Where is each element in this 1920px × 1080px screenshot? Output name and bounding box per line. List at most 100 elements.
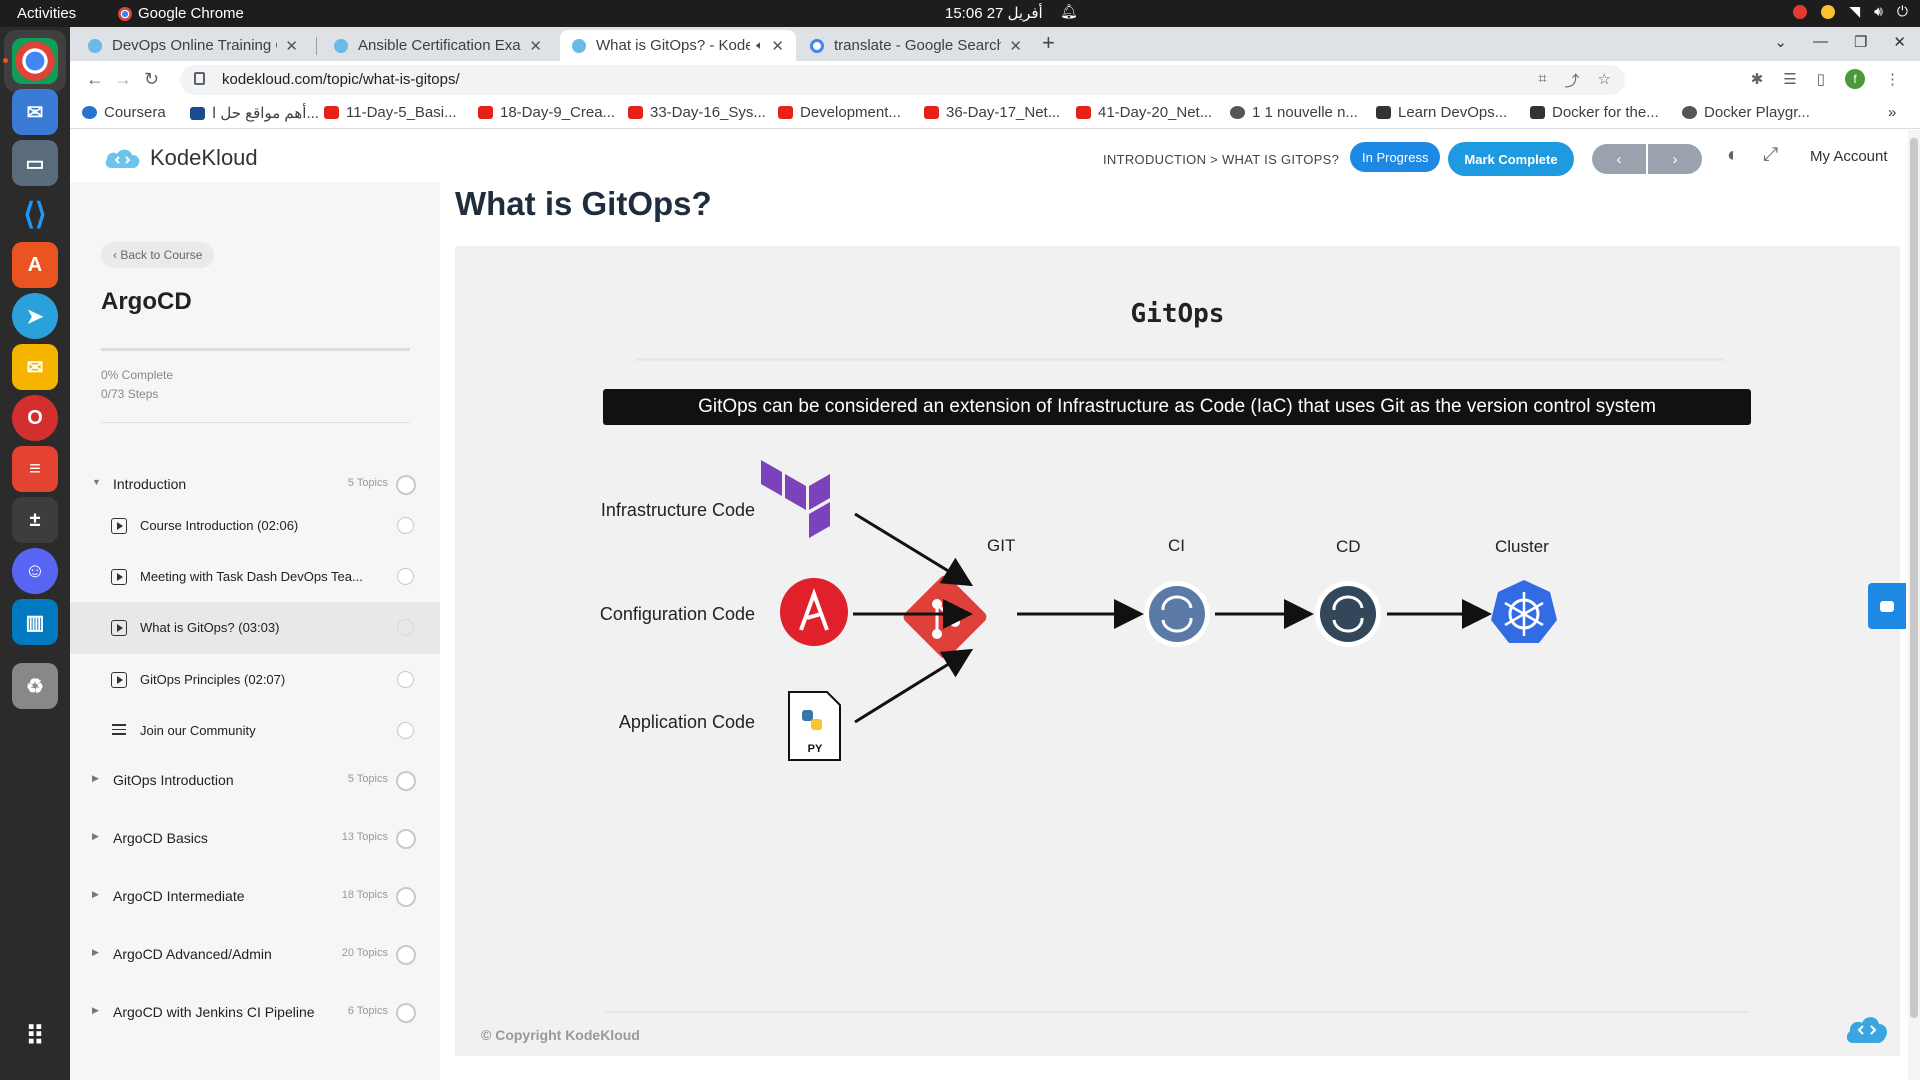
- address-bar[interactable]: kodekloud.com/topic/what-is-gitops/ ⌗ ⤴ …: [180, 65, 1625, 95]
- lesson-title: GitOps Principles (02:07): [140, 672, 286, 687]
- lesson-item[interactable]: Join our Community: [70, 705, 440, 757]
- tab-translate-search[interactable]: translate - Google Search ✕: [798, 30, 1034, 61]
- bookmark-item[interactable]: Coursera: [82, 104, 166, 121]
- back-arrow-icon[interactable]: ←: [86, 69, 104, 90]
- bookmark-item[interactable]: 1 1 nouvelle n...: [1230, 104, 1358, 121]
- trello-icon[interactable]: ▥: [12, 599, 58, 645]
- new-tab-button[interactable]: +: [1042, 30, 1055, 56]
- opera-icon[interactable]: O: [12, 395, 58, 441]
- section-topic-count: 6 Topics: [347, 1005, 388, 1017]
- maximize-icon[interactable]: ❐: [1854, 33, 1867, 51]
- bookmark-item[interactable]: أهم مواقع حل ا...: [190, 104, 319, 122]
- profile-avatar[interactable]: f: [1845, 69, 1865, 89]
- activities-button[interactable]: Activities: [17, 5, 76, 22]
- bookmarks-bar: Coursera أهم مواقع حل ا... 11-Day-5_Basi…: [70, 99, 1920, 129]
- tab-what-is-gitops[interactable]: What is GitOps? - Kode 🔈︎ ✕: [560, 30, 796, 61]
- page-scrollbar[interactable]: [1908, 130, 1920, 1080]
- section-argocd-advanced[interactable]: ▶ ArgoCD Advanced/Admin 20 Topics: [70, 935, 440, 975]
- url-text[interactable]: kodekloud.com/topic/what-is-gitops/: [222, 71, 460, 88]
- close-icon[interactable]: ✕: [285, 37, 298, 55]
- files-icon[interactable]: ▭: [12, 140, 58, 186]
- bookmark-star-icon[interactable]: ☆: [1598, 70, 1611, 91]
- bookmarks-overflow-icon[interactable]: »: [1888, 104, 1896, 121]
- in-progress-button[interactable]: In Progress: [1350, 142, 1441, 172]
- tab-ansible-certification[interactable]: Ansible Certification Exan ✕: [322, 30, 554, 61]
- reload-icon[interactable]: ↻: [144, 69, 159, 90]
- section-title: Introduction: [113, 476, 187, 492]
- side-panel-icon[interactable]: ▯: [1817, 70, 1825, 88]
- show-apps-icon[interactable]: ⠿: [12, 1013, 58, 1059]
- fullscreen-icon[interactable]: ⤢: [1763, 144, 1778, 166]
- back-to-course-button[interactable]: ‹ Back to Course: [101, 242, 215, 268]
- bell-icon: 🔔︎: [1060, 3, 1078, 19]
- system-tray[interactable]: ◥ 🔊︎ ⏻: [1793, 3, 1908, 20]
- app-menu[interactable]: Google Chrome: [118, 5, 244, 22]
- lesson-status-circle: [397, 722, 414, 739]
- close-icon[interactable]: ✕: [771, 37, 784, 55]
- tab-label: DevOps Online Training C: [112, 37, 278, 54]
- tab-search-icon[interactable]: ⌄: [1774, 33, 1787, 51]
- audio-playing-icon[interactable]: 🔈︎: [756, 38, 763, 53]
- menu-kebab-icon[interactable]: ⋮: [1885, 70, 1900, 88]
- section-argocd-jenkins[interactable]: ▶ ArgoCD with Jenkins CI Pipeline 6 Topi…: [70, 993, 440, 1033]
- bookmark-label: 18-Day-9_Crea...: [500, 104, 616, 121]
- todoist-icon[interactable]: ≡: [12, 446, 58, 492]
- discord-icon[interactable]: ☺: [12, 548, 58, 594]
- lesson-title: Join our Community: [140, 723, 256, 738]
- close-window-icon[interactable]: ✕: [1893, 33, 1906, 51]
- bookmark-item[interactable]: Development...: [778, 104, 901, 121]
- section-introduction[interactable]: ▼ Introduction 5 Topics: [70, 465, 440, 505]
- chat-bubble-icon: [1880, 600, 1894, 612]
- dark-mode-toggle-icon[interactable]: ◐: [1727, 144, 1739, 167]
- video-slide[interactable]: GitOps GitOps can be considered an exten…: [455, 246, 1900, 1056]
- trash-icon[interactable]: ♻: [12, 663, 58, 709]
- thunderbird-icon[interactable]: ✉: [12, 89, 58, 135]
- mark-complete-button[interactable]: Mark Complete: [1448, 142, 1574, 176]
- section-argocd-basics[interactable]: ▶ ArgoCD Basics 13 Topics: [70, 819, 440, 859]
- my-account-link[interactable]: My Account: [1810, 148, 1888, 165]
- scrollbar-thumb[interactable]: [1910, 138, 1918, 1018]
- bookmark-item[interactable]: Docker for the...: [1530, 104, 1659, 121]
- translate-icon[interactable]: ⌗: [1538, 70, 1546, 91]
- running-indicator: [3, 58, 8, 63]
- bookmark-item[interactable]: Learn DevOps...: [1376, 104, 1507, 121]
- kodekloud-logo[interactable]: KodeKloud: [104, 145, 258, 171]
- mail-icon[interactable]: ✉: [12, 344, 58, 390]
- feedback-chat-button[interactable]: [1868, 583, 1906, 629]
- close-icon[interactable]: ✕: [529, 37, 542, 55]
- section-argocd-intermediate[interactable]: ▶ ArgoCD Intermediate 18 Topics: [70, 877, 440, 917]
- section-topic-count: 18 Topics: [341, 889, 388, 901]
- bookmark-item[interactable]: 11-Day-5_Basi...: [324, 104, 457, 121]
- calculator-icon[interactable]: ±: [12, 497, 58, 543]
- lesson-item-active[interactable]: What is GitOps? (03:03): [70, 602, 440, 654]
- section-gitops-introduction[interactable]: ▶ GitOps Introduction 5 Topics: [70, 761, 440, 801]
- clock[interactable]: 15:06 27 أفريل: [945, 4, 1043, 22]
- caret-right-icon: ▶: [92, 947, 99, 957]
- forward-arrow-icon[interactable]: →: [114, 69, 132, 90]
- telegram-icon[interactable]: ➤: [12, 293, 58, 339]
- chrome-dock-icon[interactable]: [12, 38, 58, 84]
- close-icon[interactable]: ✕: [1009, 37, 1022, 55]
- previous-lesson-button[interactable]: ‹: [1592, 144, 1646, 174]
- cloud-logo-icon: [105, 149, 140, 168]
- globe-icon: [1230, 106, 1245, 119]
- vscode-icon[interactable]: ⟨⟩: [12, 191, 58, 237]
- tab-devops-training[interactable]: DevOps Online Training C ✕: [76, 30, 310, 61]
- lesson-item[interactable]: GitOps Principles (02:07): [70, 654, 440, 706]
- breadcrumb[interactable]: INTRODUCTION > WHAT IS GITOPS?: [1103, 152, 1339, 167]
- share-icon[interactable]: ⤴: [1565, 70, 1580, 91]
- next-lesson-button[interactable]: ›: [1648, 144, 1702, 174]
- section-topic-count: 13 Topics: [341, 831, 388, 843]
- minimize-icon[interactable]: —: [1813, 33, 1828, 51]
- lesson-item[interactable]: Course Introduction (02:06): [70, 500, 440, 552]
- bookmark-item[interactable]: 18-Day-9_Crea...: [478, 104, 615, 121]
- bookmark-item[interactable]: 33-Day-16_Sys...: [628, 104, 766, 121]
- lesson-item[interactable]: Meeting with Task Dash DevOps Tea...: [70, 551, 440, 603]
- extensions-puzzle-icon[interactable]: ✱: [1751, 70, 1764, 88]
- bookmark-item[interactable]: 41-Day-20_Net...: [1076, 104, 1212, 121]
- bookmark-item[interactable]: Docker Playgr...: [1682, 104, 1810, 121]
- bookmark-item[interactable]: 36-Day-17_Net...: [924, 104, 1060, 121]
- software-center-icon[interactable]: A: [12, 242, 58, 288]
- reading-list-icon[interactable]: ☰: [1783, 70, 1796, 88]
- caret-right-icon: ▶: [92, 831, 99, 841]
